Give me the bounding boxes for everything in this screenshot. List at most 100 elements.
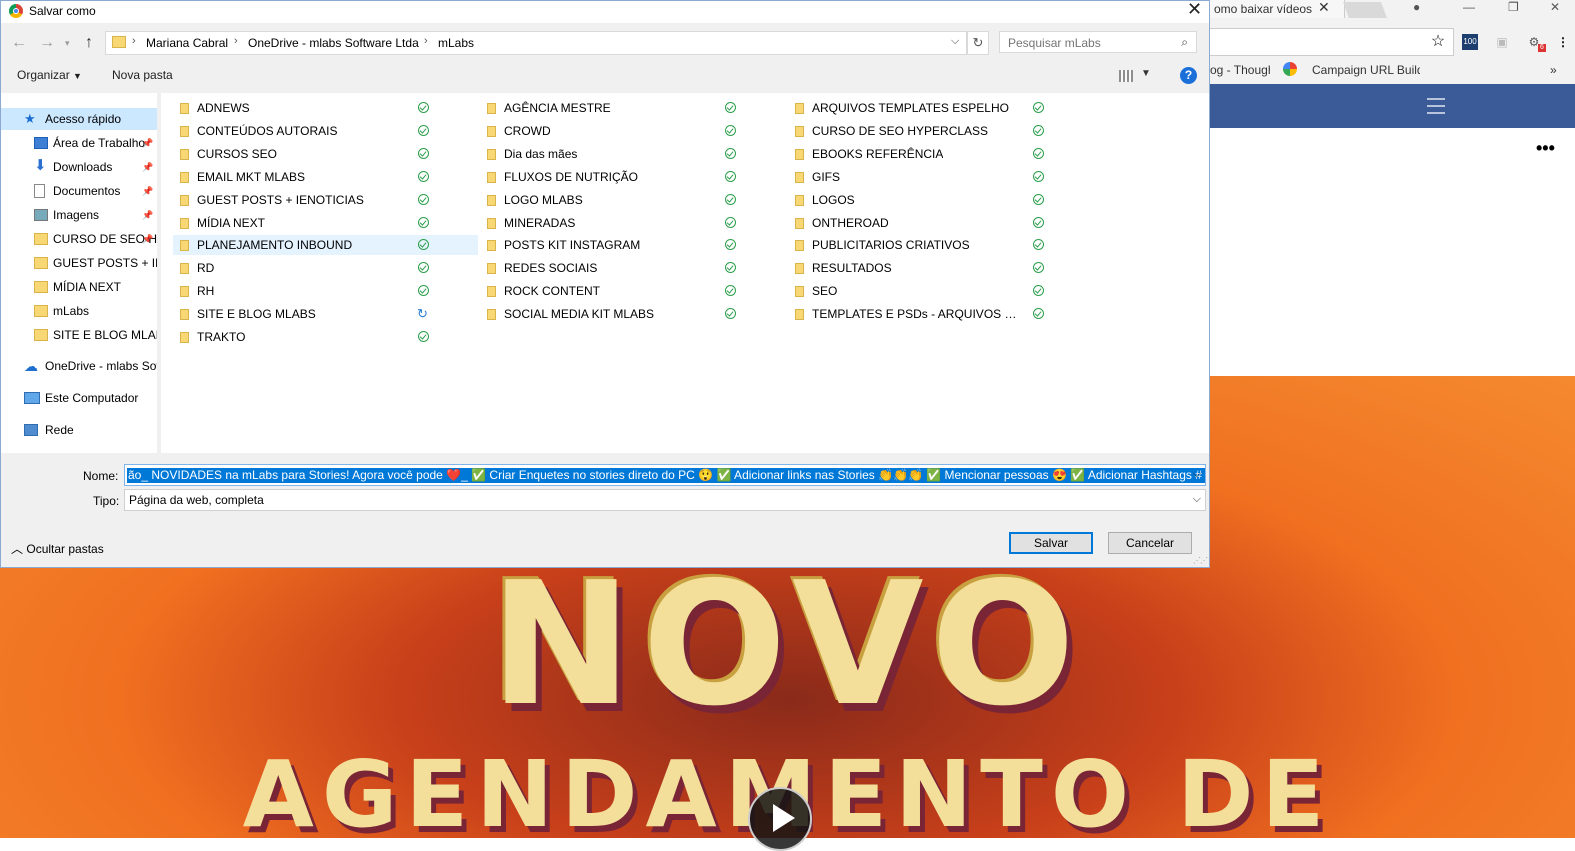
new-tab-button[interactable] [1343, 2, 1387, 18]
sidebar-item[interactable]: ★ Acesso rápido [1, 108, 157, 130]
folder-item[interactable]: PLANEJAMENTO INBOUND [173, 235, 478, 256]
address-breadcrumb[interactable]: › Mariana Cabral › OneDrive - mlabs Soft… [105, 31, 967, 55]
tab-close-icon[interactable]: ✕ [1318, 0, 1330, 16]
folder-item[interactable]: CONTEÚDOS AUTORAIS [173, 121, 478, 141]
sidebar-item[interactable]: Este Computador [1, 387, 157, 409]
computer-icon [24, 392, 40, 404]
search-box[interactable]: ⌕ [999, 31, 1197, 53]
more-options-icon[interactable]: ••• [1536, 138, 1555, 159]
view-options-icon[interactable] [1119, 70, 1133, 82]
bookmarks-overflow-icon[interactable]: » [1550, 63, 1557, 77]
help-icon[interactable]: ? [1180, 67, 1197, 84]
breadcrumb-item[interactable]: OneDrive - mlabs Software Ltda [248, 36, 419, 50]
folder-item[interactable]: LOGO MLABS [480, 190, 785, 210]
up-arrow-icon[interactable]: ↑ [85, 34, 93, 52]
forward-arrow-icon[interactable]: → [39, 34, 55, 52]
sidebar-item[interactable]: CURSO DE SEO H 📌 [1, 228, 157, 250]
folder-item[interactable]: FLUXOS DE NUTRIÇÃO [480, 167, 785, 187]
breadcrumb-item[interactable]: Mariana Cabral [146, 36, 228, 50]
folder-item[interactable]: TEMPLATES E PSDs - ARQUIVOS NA... [788, 304, 1093, 324]
folder-item[interactable]: SEO [788, 281, 1093, 301]
extension-badge-icon[interactable]: 100 [1462, 34, 1478, 50]
folder-item[interactable]: RH [173, 281, 478, 301]
folder-item[interactable]: CURSOS SEO [173, 144, 478, 164]
cancel-button[interactable]: Cancelar [1108, 532, 1192, 554]
folder-item[interactable]: GUEST POSTS + IENOTICIAS [173, 190, 478, 210]
minimize-icon[interactable]: — [1463, 0, 1475, 14]
sidebar-item[interactable]: GUEST POSTS + IEN [1, 252, 157, 274]
hamburger-menu-icon[interactable] [1427, 98, 1445, 119]
folder-item[interactable]: CURSO DE SEO HYPERCLASS [788, 121, 1093, 141]
close-icon[interactable]: ✕ [1187, 0, 1202, 20]
folder-item[interactable]: LOGOS [788, 190, 1093, 210]
notification-count: 6 [1538, 44, 1546, 52]
new-folder-button[interactable]: Nova pasta [112, 68, 173, 82]
chevron-down-icon[interactable]: ⌵ [1193, 493, 1201, 506]
folder-item[interactable]: RESULTADOS [788, 258, 1093, 278]
folder-item[interactable]: ADNEWS [173, 98, 478, 118]
window-close-icon[interactable]: ✕ [1550, 0, 1560, 14]
folder-item[interactable]: ONTHEROAD [788, 213, 1093, 233]
chevron-right-icon[interactable]: › [234, 35, 238, 47]
folder-item[interactable]: MINERADAS [480, 213, 785, 233]
recent-locations-icon[interactable]: ▾ [65, 38, 70, 49]
pin-icon[interactable]: 📌 [142, 156, 153, 178]
pin-icon[interactable]: 📌 [142, 228, 153, 250]
sidebar-item[interactable]: Rede [1, 419, 157, 441]
pin-icon[interactable]: 📌 [142, 204, 153, 226]
profile-icon[interactable]: ● [1413, 0, 1420, 14]
file-list: ADNEWS CONTEÚDOS AUTORAIS CURSOS SEO EMAIL … [161, 93, 1209, 453]
breadcrumb-item[interactable]: mLabs [438, 36, 474, 50]
maximize-icon[interactable]: ❐ [1508, 0, 1519, 14]
folder-item[interactable]: AGÊNCIA MESTRE [480, 98, 785, 118]
sidebar-item[interactable]: ☁ OneDrive - mlabs Sof [1, 355, 157, 377]
bookmark-item[interactable]: Campaign URL Build [1312, 63, 1420, 77]
folder-item[interactable]: EBOOKS REFERÊNCIA [788, 144, 1093, 164]
extension-camera-icon[interactable]: ▣ [1494, 34, 1510, 50]
sidebar-item[interactable]: SITE E BLOG MLABS [1, 324, 157, 346]
folder-item[interactable]: CROWD [480, 121, 785, 141]
sidebar-item[interactable]: ⬇ Downloads 📌 [1, 156, 157, 178]
folder-item[interactable]: Dia das mães [480, 144, 785, 164]
folder-item[interactable]: TRAKTO [173, 327, 478, 347]
folder-item[interactable]: EMAIL MKT MLABS [173, 167, 478, 187]
sidebar-item-label: Área de Trabalho [53, 136, 146, 150]
sidebar-item[interactable]: Documentos 📌 [1, 180, 157, 202]
back-arrow-icon[interactable]: ← [11, 34, 27, 52]
folder-item[interactable]: SITE E BLOG MLABS [173, 304, 478, 324]
search-input[interactable] [1006, 33, 1170, 53]
bookmark-item[interactable]: og - Though [1210, 63, 1270, 77]
folder-item[interactable]: RD [173, 258, 478, 278]
chevron-down-icon[interactable]: ▼ [1141, 68, 1151, 79]
folder-item[interactable]: MÍDIA NEXT [173, 213, 478, 233]
hide-folders-button[interactable]: ︿ Ocultar pastas [11, 540, 104, 557]
chevron-down-icon[interactable]: ⌵ [1193, 468, 1201, 481]
sidebar-item[interactable]: MÍDIA NEXT [1, 276, 157, 298]
bookmark-star-icon[interactable]: ☆ [1430, 34, 1446, 50]
browser-menu-icon[interactable]: ⋮ [1555, 34, 1571, 50]
filename-input[interactable]: ão_ NOVIDADES na mLabs para Stories! Ago… [124, 464, 1206, 486]
folder-item[interactable]: REDES SOCIAIS [480, 258, 785, 278]
save-button[interactable]: Salvar [1009, 532, 1093, 554]
address-bar[interactable] [1210, 28, 1454, 56]
resize-grip-icon[interactable]: ⋰⋰ [1193, 556, 1208, 565]
sidebar-item[interactable]: mLabs [1, 300, 157, 322]
folder-item[interactable]: ROCK CONTENT [480, 281, 785, 301]
sidebar-item[interactable]: Área de Trabalho 📌 [1, 132, 157, 154]
chevron-down-icon[interactable]: ⌵ [951, 35, 959, 48]
chevron-right-icon[interactable]: › [424, 35, 428, 47]
pin-icon[interactable]: 📌 [142, 132, 153, 154]
organize-button[interactable]: Organizar ▼ [17, 68, 82, 82]
filetype-select[interactable]: Página da web, completa ⌵ [124, 489, 1206, 511]
folder-item[interactable]: ARQUIVOS TEMPLATES ESPELHO [788, 98, 1093, 118]
sidebar-item[interactable]: Imagens 📌 [1, 204, 157, 226]
folder-item[interactable]: POSTS KIT INSTAGRAM [480, 235, 785, 255]
refresh-icon[interactable]: ↻ [967, 31, 989, 55]
pin-icon[interactable]: 📌 [142, 180, 153, 202]
play-button[interactable] [748, 787, 812, 851]
folder-item[interactable]: GIFS [788, 167, 1093, 187]
chevron-right-icon[interactable]: › [132, 35, 136, 47]
folder-item[interactable]: PUBLICITARIOS CRIATIVOS [788, 235, 1093, 255]
folder-item[interactable]: SOCIAL MEDIA KIT MLABS [480, 304, 785, 324]
search-icon[interactable]: ⌕ [1181, 35, 1188, 50]
